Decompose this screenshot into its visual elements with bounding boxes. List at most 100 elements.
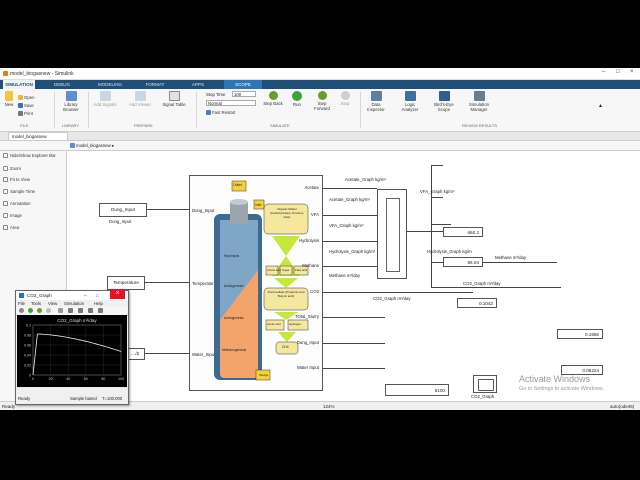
port-out-methane: Methane (302, 263, 319, 268)
step-forward-button[interactable]: Step Forward (310, 91, 334, 111)
open-button[interactable]: Open (18, 95, 35, 101)
dung-input-caption: Dung_Input (109, 219, 132, 224)
scope-close-button[interactable]: × (110, 289, 125, 299)
add-viewer-button[interactable]: Add Viewer (128, 91, 152, 107)
tab-format[interactable]: FORMAT (140, 80, 170, 89)
stop-button[interactable]: Stop (336, 91, 354, 106)
image-icon (3, 213, 8, 219)
signal-table-button[interactable]: Signal Table (162, 91, 186, 107)
port-out-vfa: VFA (310, 212, 319, 217)
data-inspector-button[interactable]: Data Inspector (364, 91, 388, 112)
stop-icon (340, 91, 350, 100)
port-out-dung-input: Dung_Input (296, 340, 319, 345)
collapse-ribbon-icon[interactable]: ▲ (598, 103, 603, 109)
port-in-water: Water_Input (192, 352, 216, 357)
new-button[interactable]: New (2, 91, 16, 107)
tab-modeling[interactable]: MODELING (93, 80, 127, 89)
stop-time-input[interactable]: 100 (232, 91, 256, 97)
logic-analyzer-button[interactable]: Logic Analyzer (398, 91, 422, 112)
scope-app-icon (19, 293, 24, 298)
signal-vfa-label: VFA_Graph kg/m³ (329, 223, 364, 228)
tab-debug[interactable]: DEBUG (50, 80, 74, 89)
pan-icon[interactable] (78, 308, 83, 313)
library-group-label: LIBRARY (62, 123, 80, 128)
tab-simulation[interactable]: SIMULATION (3, 80, 35, 89)
port-out-hydrolysis: Hydrolysis (299, 238, 319, 243)
zone-acidogenesis: Acidogenesis (224, 284, 244, 288)
scope-ytick-label: 0.06 (24, 344, 31, 348)
co2-scope-block[interactable] (473, 375, 497, 393)
table-icon (168, 91, 180, 101)
scope-menu-simulation[interactable]: Simulation (64, 300, 84, 307)
print-button[interactable]: Print (18, 111, 33, 117)
library-browser-button[interactable]: Library Browser (58, 91, 84, 112)
scope-chart: CO2_Graph m³/day0.10.080.060.040.0200 20 4… (24, 318, 124, 381)
stop-time-label: Stop Time (206, 92, 226, 97)
simulation-manager-icon (473, 91, 485, 101)
simulation-mode-select[interactable]: Normal (206, 100, 256, 106)
scope-plot[interactable]: CO2_Graph m³/day 0.1 0.08 0.06 0.04 0.02 0 0 20 4… (17, 315, 127, 387)
scope-xtick-label: 40 (66, 377, 70, 381)
model-canvas[interactable]: Dung_Input Dung_Input Temperature …/2 Du… (67, 151, 640, 401)
print-icon (18, 111, 23, 117)
hydrogen-label: Hydrogen (289, 322, 302, 326)
scope-maximize-icon[interactable]: □ (96, 291, 99, 300)
scope-menu-help[interactable]: Help (94, 300, 103, 307)
minimize-icon[interactable]: – (602, 69, 605, 75)
step-back-button[interactable]: Step Back (262, 91, 284, 106)
run-icon[interactable] (28, 308, 33, 313)
tab-apps[interactable]: APPS (186, 80, 210, 89)
step-icon[interactable] (37, 308, 42, 313)
scope-menu-view[interactable]: View (48, 300, 57, 307)
address-bar: model_biogasnew ▸ (0, 141, 640, 151)
tab-scope[interactable]: SCOPE (224, 80, 262, 89)
digester-subsystem[interactable]: Dung_Input Temperature Water_Input Outle… (189, 175, 323, 391)
display-660: 660.2 (443, 227, 483, 237)
model-tab[interactable]: model_biogasnew (8, 132, 68, 140)
dung-input-block[interactable]: Dung_Input (99, 203, 147, 217)
scope-xtick-label: 100 (118, 377, 124, 381)
zoom-tool[interactable]: Zoom (3, 166, 21, 172)
port-out-co2: CO2 (310, 289, 319, 294)
sample-time-tool[interactable]: Sample Time (3, 189, 35, 195)
activate-windows-title: Activate Windows (519, 374, 591, 384)
display-0-1042: 0.1042 (457, 298, 497, 308)
solver-label[interactable]: auto(ode45) (610, 402, 634, 410)
scope-menu-file[interactable]: File (18, 300, 25, 307)
breadcrumb[interactable]: model_biogasnew ▸ (70, 143, 114, 149)
run-button[interactable]: Run (288, 91, 306, 107)
cursor-icon[interactable] (98, 308, 103, 313)
close-icon[interactable]: × (630, 69, 634, 75)
scope-xtick-label: 0 (32, 377, 34, 381)
add-signals-button[interactable]: Add Signals (92, 91, 118, 107)
display-0-1556: 0.1556 (557, 329, 603, 339)
save-button[interactable]: Save (18, 103, 34, 109)
maximize-icon[interactable]: □ (616, 69, 620, 75)
organic-matter-label: Organic Matter (Carbohydrates, Proteins,… (269, 207, 305, 219)
mux-block[interactable] (377, 189, 407, 279)
scope-xtick-label: 20 (49, 377, 53, 381)
scope-menu-tools[interactable]: Tools (31, 300, 41, 307)
co2-scope-caption: CO2_Graph (471, 394, 495, 399)
scope-status-bar: Ready Sample based T=100.000 (16, 395, 128, 403)
temperature-block[interactable]: Temperature (107, 276, 145, 290)
highlight-icon[interactable] (58, 308, 63, 313)
hide-show-explorer-button[interactable]: Hide/Show Explorer Bar (3, 153, 56, 159)
co2-scope-window[interactable]: CO2_Graph – □ File Tools View Simulation… (15, 290, 129, 405)
fatty-acid-label: Fatty acid (295, 268, 308, 272)
scope-minimize-icon[interactable]: – (84, 291, 87, 300)
zoom-in-icon[interactable] (68, 308, 73, 313)
fast-restart-toggle[interactable]: Fast Restart (206, 110, 235, 116)
fit-to-view-tool[interactable]: Fit to View (3, 177, 30, 183)
image-tool[interactable]: Image (3, 213, 22, 219)
area-tool[interactable]: Area (3, 225, 19, 231)
settings-icon[interactable] (19, 308, 24, 313)
birds-eye-scope-button[interactable]: Bird's-Eye Scope (430, 91, 458, 112)
zoom-icon (3, 166, 8, 172)
simulation-manager-button[interactable]: Simulation Manager (464, 91, 494, 112)
stop-icon[interactable] (46, 308, 51, 313)
sugar-label: Sugar (282, 268, 290, 272)
signals-icon (99, 91, 111, 101)
autoscale-icon[interactable] (88, 308, 93, 313)
annotation-tool[interactable]: Annotation (3, 201, 31, 207)
